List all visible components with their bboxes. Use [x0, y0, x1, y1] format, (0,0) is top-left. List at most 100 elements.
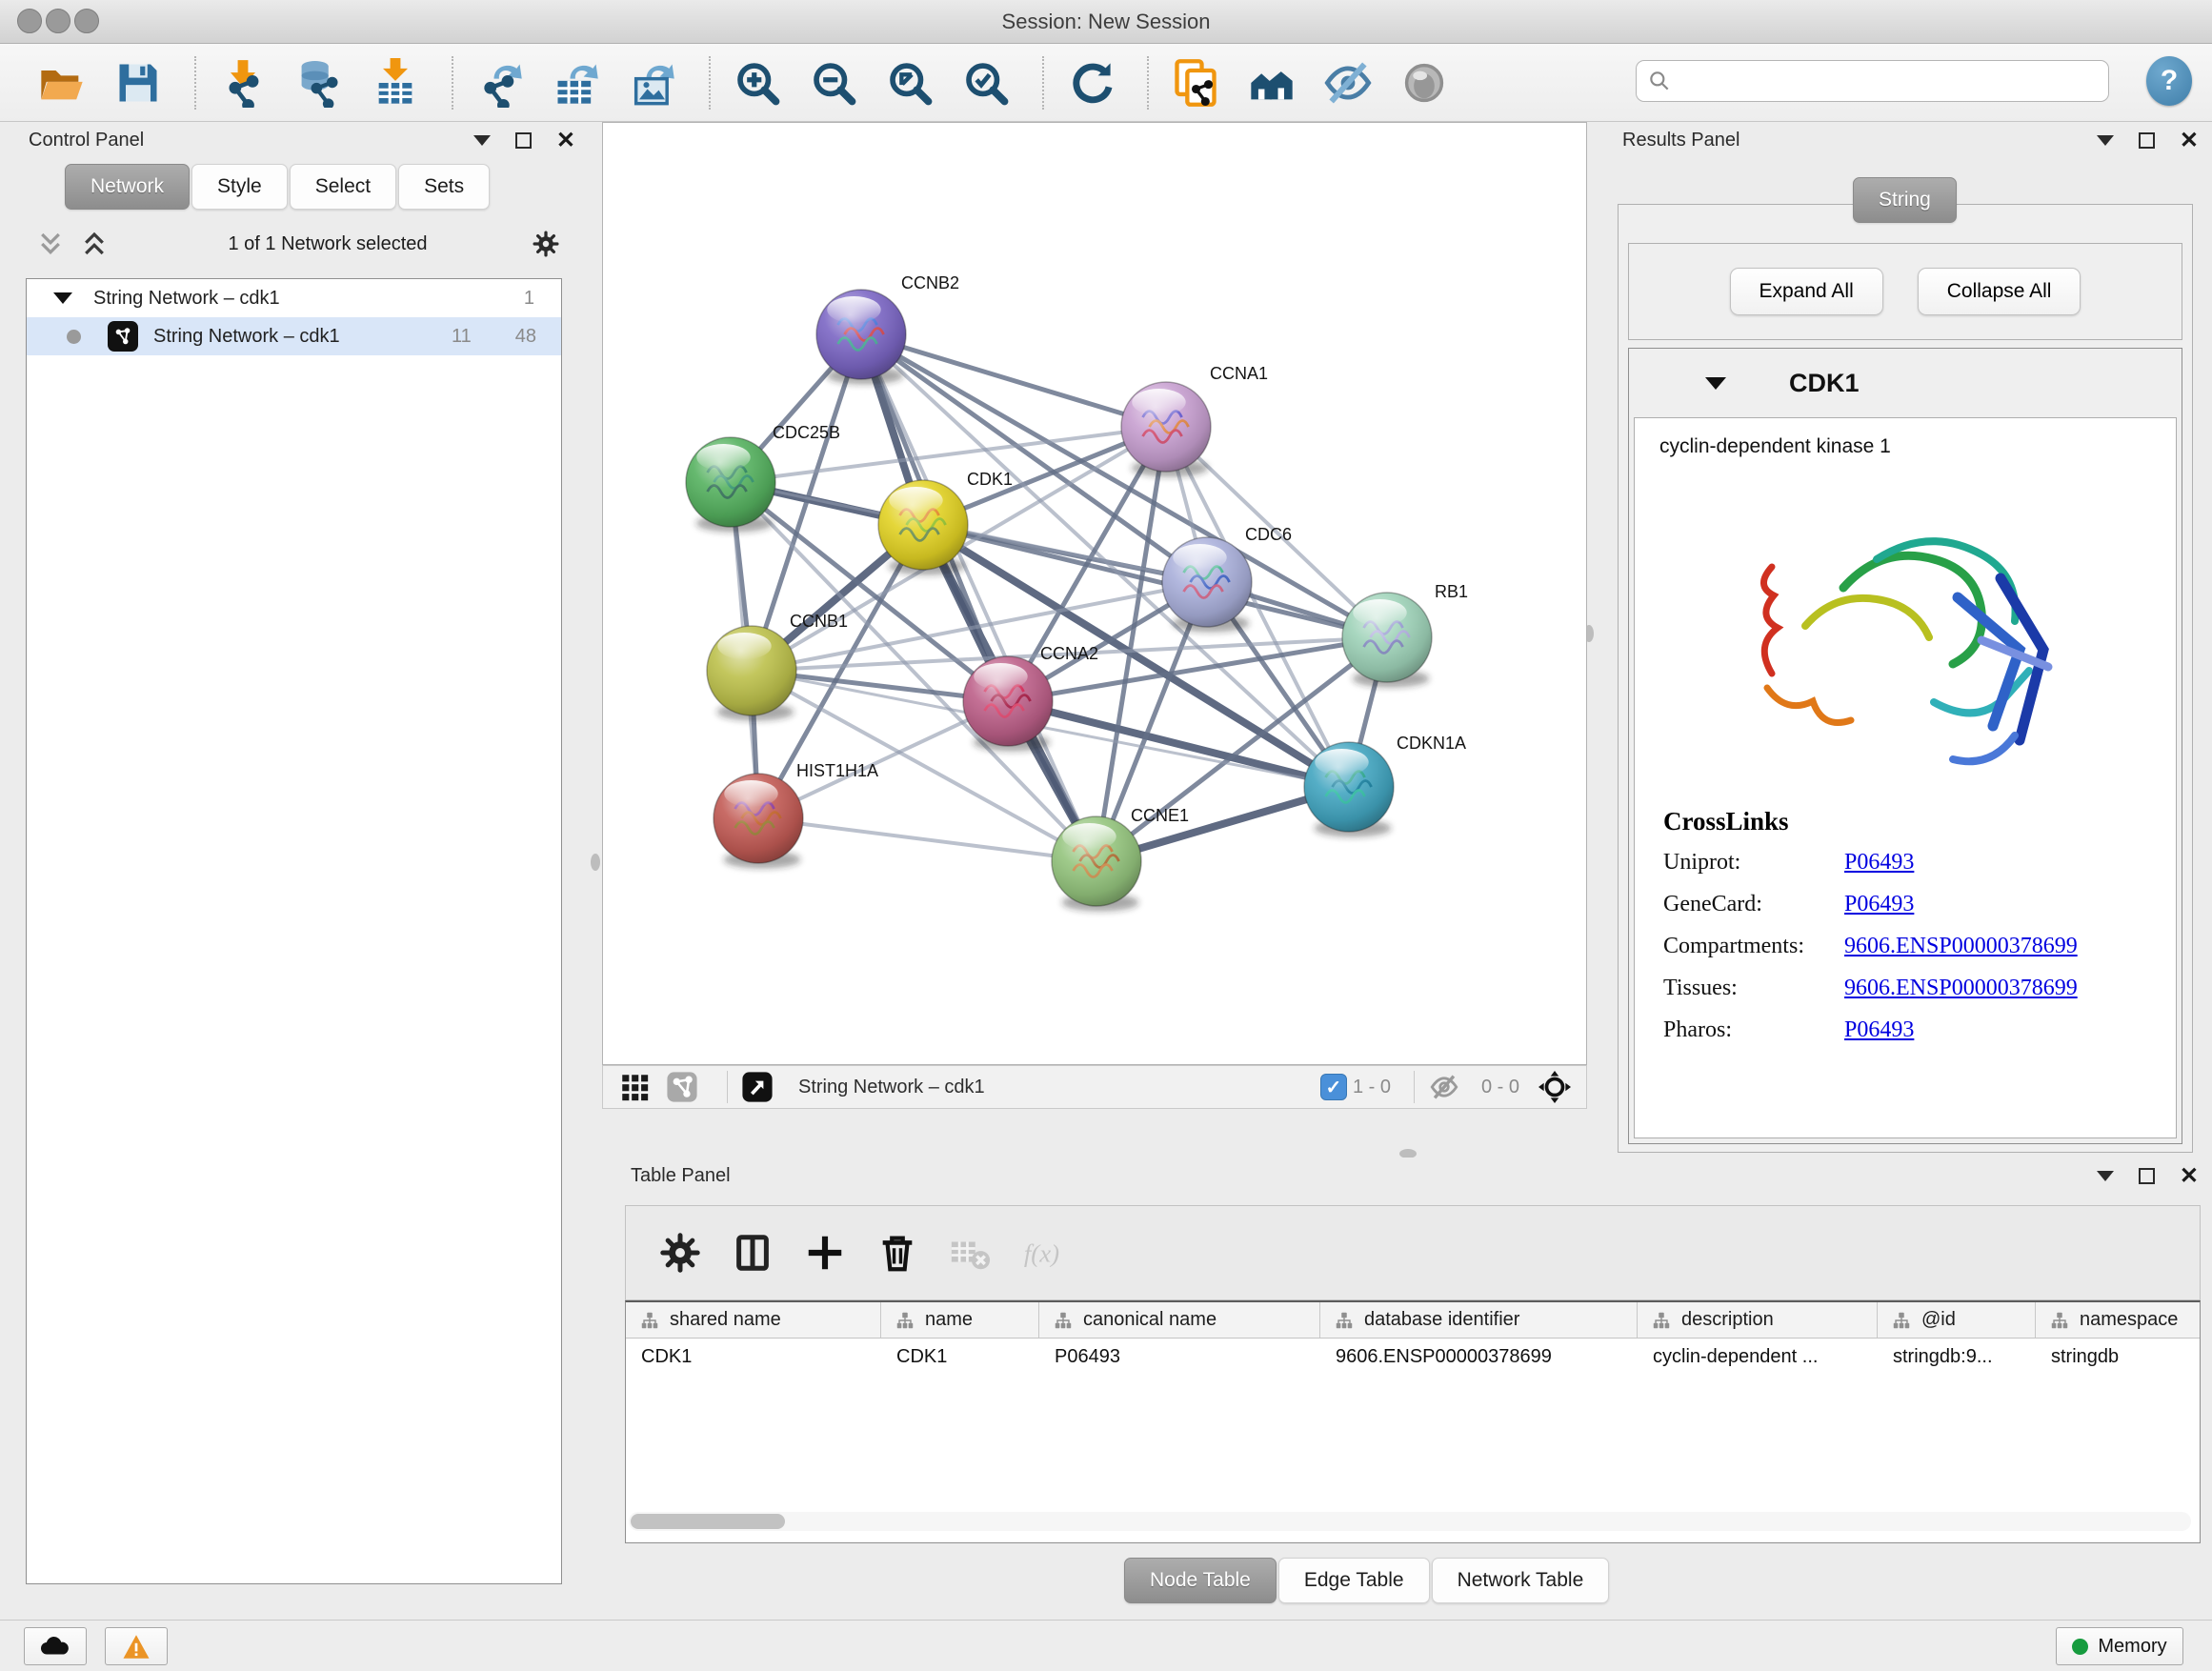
tab-select[interactable]: Select — [290, 164, 396, 210]
memory-button[interactable]: Memory — [2056, 1627, 2183, 1665]
expand-all-button[interactable]: Expand All — [1730, 268, 1883, 315]
network-canvas[interactable]: CCNB2CCNA1CDC25BCDK1CDC6RB1CCNB1CCNA2CDK… — [602, 122, 1587, 1065]
collapse-all-networks-icon[interactable] — [80, 230, 109, 258]
zoom-fit-button[interactable] — [882, 53, 937, 112]
columns-button[interactable] — [725, 1225, 780, 1280]
tab-network-table[interactable]: Network Table — [1432, 1558, 1610, 1603]
vertical-splitter-handle[interactable] — [591, 854, 600, 871]
tab-style[interactable]: Style — [191, 164, 288, 210]
node-RB1[interactable] — [1342, 593, 1432, 688]
save-session-button[interactable] — [111, 53, 166, 112]
table-cell[interactable]: P06493 — [1039, 1339, 1320, 1377]
settings-gear-button[interactable] — [653, 1225, 708, 1280]
maximize-window-icon[interactable] — [74, 9, 99, 33]
help-button[interactable]: ? — [2146, 56, 2192, 106]
delete-button[interactable] — [870, 1225, 925, 1280]
warnings-button[interactable] — [105, 1627, 168, 1665]
node-CCNB1[interactable] — [707, 626, 796, 721]
grid-view-icon[interactable] — [618, 1071, 651, 1103]
collection-disclosure-icon[interactable] — [53, 292, 72, 304]
column-header-namespace[interactable]: namespace — [2036, 1302, 2201, 1338]
crosslink-link[interactable]: P06493 — [1844, 850, 1914, 876]
import-table-button[interactable] — [368, 53, 423, 112]
tab-edge-table[interactable]: Edge Table — [1278, 1558, 1430, 1603]
network-row-selected[interactable]: String Network – cdk1 11 48 — [27, 317, 561, 355]
float-panel-icon[interactable] — [515, 132, 532, 149]
open-session-button[interactable] — [34, 53, 90, 112]
eye-slash-button[interactable] — [1320, 53, 1376, 112]
table-cell[interactable]: CDK1 — [881, 1339, 1039, 1377]
protein-section-header[interactable]: CDK1 — [1629, 349, 2182, 417]
network-collection-row[interactable]: String Network – cdk1 1 — [27, 279, 561, 317]
float-panel-icon[interactable] — [2139, 132, 2155, 149]
table-cell[interactable]: stringdb — [2036, 1339, 2201, 1377]
add-button[interactable] — [797, 1225, 853, 1280]
panel-menu-icon[interactable] — [2097, 1171, 2114, 1181]
eye-button[interactable] — [1397, 53, 1452, 112]
tab-string[interactable]: String — [1853, 177, 1957, 223]
close-panel-icon[interactable]: ✕ — [2180, 1168, 2199, 1184]
table-cell[interactable]: cyclin-dependent ... — [1638, 1339, 1878, 1377]
hidden-eye-slash-icon[interactable] — [1428, 1071, 1460, 1103]
column-header-canonical-name[interactable]: canonical name — [1039, 1302, 1320, 1338]
node-HIST1H1A[interactable] — [714, 774, 803, 869]
export-network-button[interactable] — [473, 53, 528, 112]
export-image-button[interactable] — [625, 53, 680, 112]
edge-CDK1-RB1[interactable] — [923, 525, 1387, 637]
collapse-all-button[interactable]: Collapse All — [1918, 268, 2081, 315]
import-network-button[interactable] — [215, 53, 271, 112]
panel-menu-icon[interactable] — [473, 135, 491, 146]
protein-disclosure-icon[interactable] — [1705, 377, 1726, 390]
node-table[interactable]: shared namenamecanonical namedatabase id… — [625, 1300, 2201, 1543]
crosslink-link[interactable]: P06493 — [1844, 892, 1914, 917]
column-header-description[interactable]: description — [1638, 1302, 1878, 1338]
edge-CCNB2-CCNE1[interactable] — [861, 334, 1096, 861]
selected-nodes-checkbox[interactable]: ✓ — [1320, 1074, 1347, 1100]
float-panel-icon[interactable] — [2139, 1168, 2155, 1184]
minimize-window-icon[interactable] — [46, 9, 70, 33]
crosslink-link[interactable]: P06493 — [1844, 1017, 1914, 1043]
edge-CCNB2-CCNA1[interactable] — [861, 334, 1166, 427]
expand-all-networks-icon[interactable] — [36, 230, 65, 258]
zoom-out-button[interactable] — [806, 53, 861, 112]
crosslink-link[interactable]: 9606.ENSP00000378699 — [1844, 976, 2078, 1001]
home-button[interactable] — [1244, 53, 1299, 112]
tab-network[interactable]: Network — [65, 164, 190, 210]
node-CDK1[interactable] — [878, 480, 968, 575]
close-panel-icon[interactable]: ✕ — [2180, 132, 2199, 149]
network-options-gear-icon[interactable] — [532, 230, 560, 258]
column-header-shared-name[interactable]: shared name — [626, 1302, 881, 1338]
table-horizontal-scrollbar[interactable] — [629, 1512, 2191, 1531]
crosslink-link[interactable]: 9606.ENSP00000378699 — [1844, 934, 2078, 959]
table-cell[interactable]: CDK1 — [626, 1339, 881, 1377]
close-window-icon[interactable] — [17, 9, 42, 33]
column-header-name[interactable]: name — [881, 1302, 1039, 1338]
tab-sets[interactable]: Sets — [398, 164, 490, 210]
zoom-selected-button[interactable] — [958, 53, 1014, 112]
table-row[interactable]: CDK1CDK1P064939606.ENSP00000378699cyclin… — [626, 1339, 2200, 1377]
tab-node-table[interactable]: Node Table — [1124, 1558, 1277, 1603]
export-table-button[interactable] — [549, 53, 604, 112]
node-CDKN1A[interactable] — [1304, 742, 1394, 837]
clone-network-button[interactable] — [1168, 53, 1223, 112]
scrollbar-thumb[interactable] — [631, 1514, 785, 1529]
search-input[interactable] — [1636, 60, 2109, 102]
import-database-button[interactable] — [292, 53, 347, 112]
node-CCNA1[interactable] — [1121, 382, 1211, 477]
node-CDC6[interactable] — [1162, 537, 1252, 633]
edge-CCNE1-HIST1H1A[interactable] — [758, 818, 1096, 861]
node-CCNE1[interactable] — [1052, 816, 1141, 912]
string-network-icon[interactable] — [666, 1071, 698, 1103]
column-header-database-identifier[interactable]: database identifier — [1320, 1302, 1638, 1338]
column-header--id[interactable]: @id — [1878, 1302, 2036, 1338]
fit-selected-crosshair-icon[interactable] — [1538, 1071, 1571, 1103]
cloud-status-button[interactable] — [24, 1627, 87, 1665]
refresh-button[interactable] — [1063, 53, 1118, 112]
node-CDC25B[interactable] — [686, 437, 775, 533]
panel-menu-icon[interactable] — [2097, 135, 2114, 146]
zoom-in-button[interactable] — [730, 53, 785, 112]
table-cell[interactable]: 9606.ENSP00000378699 — [1320, 1339, 1638, 1377]
table-cell[interactable]: stringdb:9... — [1878, 1339, 2036, 1377]
close-panel-icon[interactable]: ✕ — [556, 132, 575, 149]
open-in-new-window-icon[interactable] — [741, 1071, 774, 1103]
